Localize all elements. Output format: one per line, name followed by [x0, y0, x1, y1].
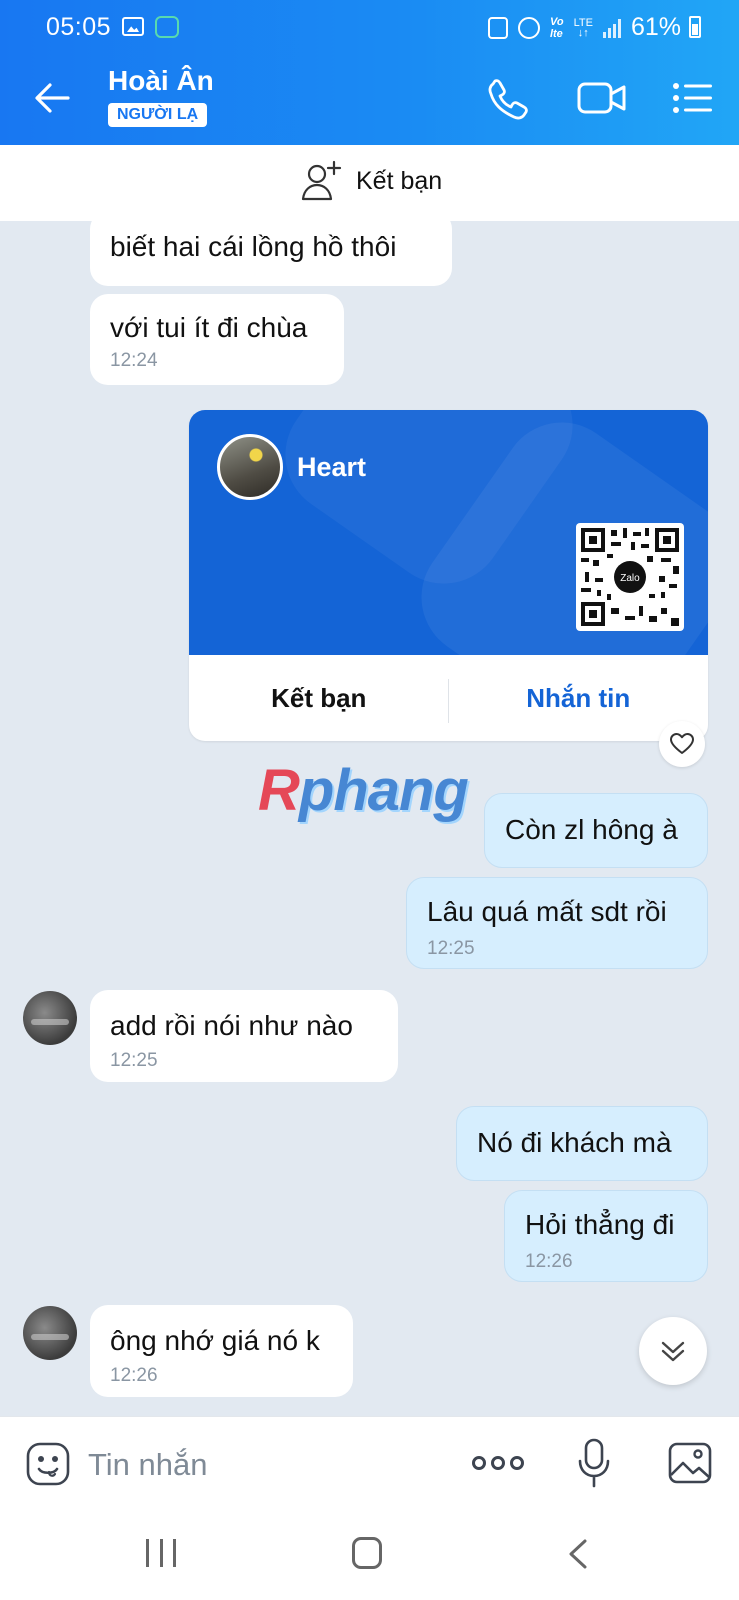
- voice-call-button[interactable]: [485, 76, 531, 120]
- qr-code[interactable]: Zalo: [576, 523, 684, 631]
- battery-saver-icon: [487, 16, 508, 39]
- heart-icon: [670, 733, 694, 754]
- qr-code-icon: Zalo: [581, 528, 679, 626]
- send-image-button[interactable]: [667, 1441, 713, 1485]
- watermark-letter: R: [258, 758, 300, 823]
- watermark-logo: Rphang: [258, 757, 469, 824]
- message-text: add rồi nói như nào: [110, 1010, 353, 1041]
- double-chevron-down-icon: [661, 1341, 685, 1362]
- emoji-icon: [26, 1442, 70, 1486]
- add-friend-label: Kết bạn: [356, 166, 443, 195]
- more-options-button[interactable]: [472, 1451, 524, 1475]
- message-text: Hỏi thẳng đi: [525, 1209, 675, 1240]
- voice-message-button[interactable]: [576, 1437, 612, 1489]
- message-bubble-incoming[interactable]: biết hai cái lồng hồ thôi: [90, 221, 452, 286]
- stranger-badge: NGƯỜI LẠ: [108, 103, 208, 127]
- phone-icon: [488, 79, 528, 120]
- contact-avatar[interactable]: [23, 1306, 77, 1360]
- sticker-button[interactable]: [25, 1441, 71, 1487]
- image-icon: [668, 1442, 712, 1484]
- video-call-button[interactable]: [576, 76, 628, 120]
- system-back-button[interactable]: [566, 1538, 590, 1570]
- card-add-friend-button[interactable]: Kết bạn: [189, 655, 449, 741]
- system-navigation-bar: [0, 1512, 739, 1600]
- battery-icon: [689, 16, 701, 38]
- contact-card-avatar[interactable]: [217, 434, 283, 500]
- arrow-left-icon: [35, 83, 70, 113]
- recent-apps-button[interactable]: [146, 1539, 176, 1569]
- video-camera-icon: [577, 82, 626, 114]
- status-time: 05:05: [46, 13, 112, 41]
- message-bubble-outgoing[interactable]: Nó đi khách mà: [456, 1106, 708, 1181]
- message-bubble-incoming[interactable]: add rồi nói như nào 12:25: [90, 990, 398, 1082]
- chevron-left-icon: [569, 1539, 587, 1569]
- contact-avatar[interactable]: [23, 991, 77, 1045]
- message-bubble-outgoing[interactable]: Còn zl hông à: [484, 793, 708, 868]
- gallery-notification-icon: [122, 17, 144, 36]
- message-composer: [0, 1416, 739, 1512]
- message-text: Lâu quá mất sdt rồi: [427, 896, 667, 927]
- message-input[interactable]: [88, 1443, 428, 1487]
- dot-icon: [491, 1456, 505, 1470]
- message-time: 12:25: [427, 938, 475, 959]
- contact-card-name: Heart: [297, 452, 367, 482]
- dot-icon: [510, 1456, 524, 1470]
- top-bar: 05:05 Vo lte LTE ↓↑ 61% Hoài Ân NGƯỜI LẠ: [0, 0, 739, 145]
- scroll-to-bottom-button[interactable]: [639, 1317, 707, 1385]
- qr-logo-text: Zalo: [620, 573, 640, 584]
- message-time: 12:24: [110, 350, 158, 371]
- volte-icon: Vo lte: [549, 15, 564, 40]
- status-indicators: Vo lte LTE ↓↑ 61%: [487, 13, 681, 42]
- alarm-icon: [517, 16, 540, 39]
- signal-icon: [602, 18, 621, 38]
- message-bubble-outgoing[interactable]: Lâu quá mất sdt rồi 12:25: [406, 877, 708, 969]
- add-friend-bar: Kết bạn: [0, 145, 739, 221]
- message-time: 12:26: [110, 1365, 158, 1386]
- dot-icon: [472, 1456, 486, 1470]
- message-text: biết hai cái lồng hồ thôi: [110, 231, 397, 262]
- add-user-icon: [301, 160, 342, 201]
- message-text: ông nhớ giá nó k: [110, 1325, 320, 1356]
- add-friend-button[interactable]: Kết bạn: [300, 159, 442, 203]
- menu-list-icon: [673, 83, 712, 113]
- contact-card[interactable]: Heart Zalo Kết bạn Nhắn tin: [189, 410, 708, 741]
- message-text: với tui ít đi chùa: [110, 312, 308, 343]
- message-time: 12:26: [525, 1251, 573, 1272]
- message-text: Còn zl hông à: [505, 814, 678, 845]
- contact-name: Hoài Ân: [108, 65, 214, 96]
- app-notification-icon: [155, 16, 179, 38]
- status-bar: 05:05 Vo lte LTE ↓↑ 61%: [0, 0, 739, 55]
- microphone-icon: [578, 1438, 610, 1488]
- home-button[interactable]: [352, 1537, 382, 1569]
- contact-card-actions: Kết bạn Nhắn tin: [189, 655, 708, 741]
- message-text: Nó đi khách mà: [477, 1127, 672, 1158]
- message-bubble-outgoing[interactable]: Hỏi thẳng đi 12:26: [504, 1190, 708, 1282]
- message-time: 12:25: [110, 1050, 158, 1071]
- message-bubble-incoming[interactable]: với tui ít đi chùa 12:24: [90, 294, 344, 385]
- chat-messages[interactable]: biết hai cái lồng hồ thôi với tui ít đi …: [0, 221, 739, 1416]
- react-button[interactable]: [659, 721, 705, 767]
- back-button[interactable]: [32, 78, 72, 118]
- contact-card-header: Heart Zalo: [189, 410, 708, 655]
- battery-percent: 61%: [630, 13, 681, 41]
- lte-icon: LTE ↓↑: [573, 16, 593, 39]
- message-bubble-incoming[interactable]: ông nhớ giá nó k 12:26: [90, 1305, 353, 1397]
- chat-options-button[interactable]: [672, 76, 714, 120]
- watermark-text: phang: [298, 758, 469, 823]
- divider: [448, 679, 449, 723]
